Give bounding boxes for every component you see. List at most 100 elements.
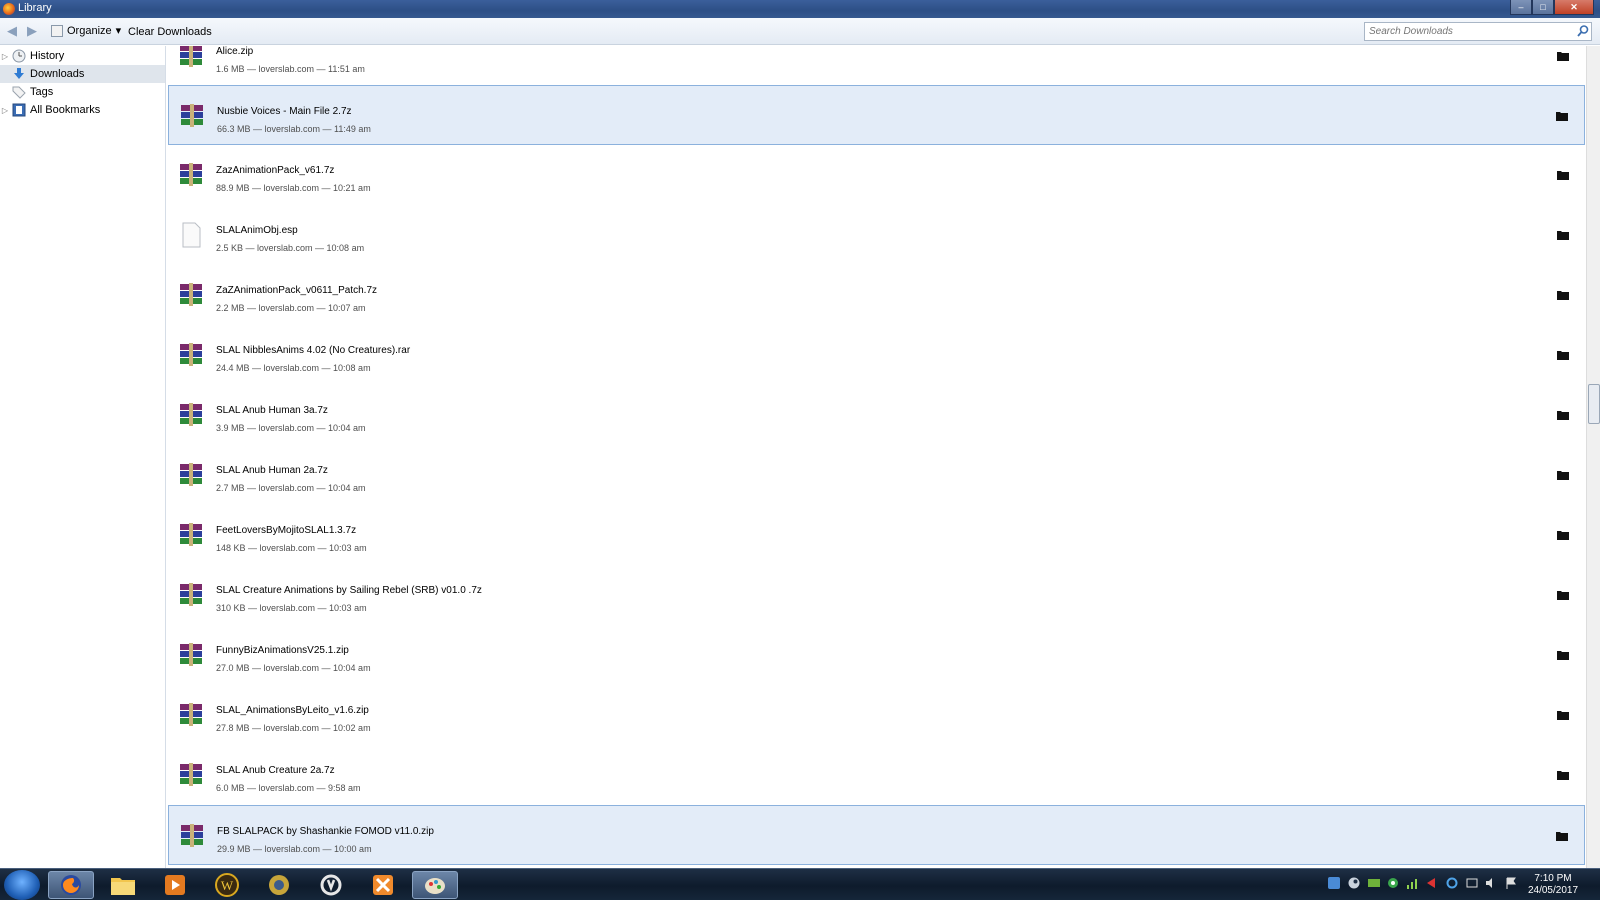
archive-icon (180, 163, 202, 186)
taskbar-overwatch[interactable] (308, 871, 354, 899)
taskbar-explorer[interactable] (100, 871, 146, 899)
nvidia-icon[interactable] (1368, 877, 1380, 889)
blank-file-icon (182, 222, 201, 248)
taskbar-game-app[interactable] (360, 871, 406, 899)
open-folder-icon[interactable] (1557, 170, 1569, 180)
download-filename: SLAL Anub Human 2a.7z (216, 465, 328, 476)
download-meta: 148 KB — loverslab.com — 10:03 am (216, 543, 367, 553)
download-row[interactable]: SLAL Anub Human 2a.7z 2.7 MB — loverslab… (168, 445, 1585, 505)
game-app-icon (373, 875, 393, 895)
download-row[interactable]: Nusbie Voices - Main File 2.7z 66.3 MB —… (168, 85, 1585, 145)
archive-icon (180, 46, 202, 67)
open-folder-icon[interactable] (1557, 51, 1569, 61)
start-button[interactable] (4, 870, 40, 900)
download-row[interactable]: SLAL_AnimationsByLeito_v1.6.zip 27.8 MB … (168, 685, 1585, 745)
open-folder-icon[interactable] (1557, 770, 1569, 780)
maximize-button[interactable]: □ (1532, 0, 1554, 15)
open-folder-icon[interactable] (1556, 831, 1568, 841)
window-controls: – □ ✕ (1510, 0, 1594, 16)
archive-icon (180, 583, 202, 606)
back-button[interactable]: ◀ (7, 24, 21, 38)
taskbar-paint[interactable] (412, 871, 458, 899)
open-folder-icon[interactable] (1557, 470, 1569, 480)
forward-button[interactable]: ▶ (27, 24, 41, 38)
open-folder-icon[interactable] (1557, 650, 1569, 660)
vertical-scrollbar[interactable] (1586, 46, 1600, 868)
clear-downloads-button[interactable]: Clear Downloads (128, 26, 212, 38)
download-arrow-icon (14, 68, 24, 79)
close-button[interactable]: ✕ (1554, 0, 1594, 15)
settings-gear-app-icon (269, 875, 289, 895)
minimize-button[interactable]: – (1510, 0, 1532, 15)
media-player-icon (165, 875, 185, 895)
download-row[interactable]: Alice.zip 1.6 MB — loverslab.com — 11:51… (168, 46, 1585, 86)
taskbar-world-of-warcraft[interactable]: W (204, 871, 250, 899)
expand-arrow-icon[interactable]: ▷ (0, 106, 10, 115)
download-row[interactable]: SLAL Anub Creature 2a.7z 6.0 MB — lovers… (168, 745, 1585, 805)
download-row[interactable]: FB SLALPACK by Shashankie FOMOD v11.0.zi… (168, 805, 1585, 865)
clock-date: 24/05/2017 (1527, 885, 1579, 896)
download-meta: 3.9 MB — loverslab.com — 10:04 am (216, 423, 366, 433)
tray-app-icon[interactable] (1328, 877, 1340, 889)
download-row[interactable]: FeetLoversByMojitoSLAL1.3.7z 148 KB — lo… (168, 505, 1585, 565)
download-row[interactable]: FunnyBizAnimationsV25.1.zip 27.0 MB — lo… (168, 625, 1585, 685)
steam-icon[interactable] (1348, 877, 1360, 889)
search-downloads-input[interactable] (1364, 22, 1592, 41)
open-folder-icon[interactable] (1557, 590, 1569, 600)
sidebar-item-history[interactable]: ▷ History (0, 47, 165, 65)
download-row[interactable]: SLALAnimObj.esp 2.5 KB — loverslab.com —… (168, 205, 1585, 265)
firefox-app-icon (3, 3, 15, 15)
firefox-icon (61, 875, 81, 895)
download-filename: FunnyBizAnimationsV25.1.zip (216, 645, 349, 656)
download-meta: 66.3 MB — loverslab.com — 11:49 am (217, 124, 371, 134)
system-clock[interactable]: 7:10 PM 24/05/2017 (1518, 873, 1588, 897)
download-row[interactable]: ZaZAnimationPack_v0611_Patch.7z 2.2 MB —… (168, 265, 1585, 325)
sidebar-item-label: History (30, 50, 65, 62)
download-row[interactable]: SLAL NibblesAnims 4.02 (No Creatures).ra… (168, 325, 1585, 385)
download-row[interactable]: SLAL Creature Animations by Sailing Rebe… (168, 565, 1585, 625)
open-folder-icon[interactable] (1557, 290, 1569, 300)
action-center-icon[interactable] (1466, 877, 1478, 889)
download-filename: SLAL Creature Animations by Sailing Rebe… (216, 585, 482, 596)
overwatch-icon (320, 874, 342, 896)
open-folder-icon[interactable] (1557, 350, 1569, 360)
organize-menu-button[interactable]: Organize ▾ (51, 24, 121, 37)
open-folder-icon[interactable] (1557, 710, 1569, 720)
archive-icon (181, 104, 203, 127)
dropdown-arrow-icon: ▾ (115, 25, 122, 37)
download-meta: 24.4 MB — loverslab.com — 10:08 am (216, 363, 371, 373)
download-filename: SLAL NibblesAnims 4.02 (No Creatures).ra… (216, 345, 411, 356)
network-signal-icon[interactable] (1406, 877, 1418, 889)
download-meta: 29.9 MB — loverslab.com — 10:00 am (217, 844, 372, 854)
taskbar-media-player[interactable] (152, 871, 198, 899)
open-folder-icon[interactable] (1557, 230, 1569, 240)
antivirus-icon[interactable] (1425, 877, 1437, 889)
sidebar-item-tags[interactable]: Tags (0, 83, 165, 101)
open-folder-icon[interactable] (1556, 111, 1568, 121)
refresh-icon[interactable] (1446, 877, 1458, 889)
sidebar-item-all-bookmarks[interactable]: ▷ All Bookmarks (0, 101, 165, 119)
sidebar-item-downloads[interactable]: Downloads (0, 65, 165, 83)
archive-icon (180, 343, 202, 366)
archive-icon (180, 703, 202, 726)
download-meta: 27.0 MB — loverslab.com — 10:04 am (216, 663, 371, 673)
taskbar-firefox[interactable] (48, 871, 94, 899)
scrollbar-thumb[interactable] (1588, 384, 1600, 424)
svg-text:W: W (221, 878, 234, 893)
volume-icon[interactable] (1485, 877, 1497, 889)
download-row[interactable]: ZazAnimationPack_v61.7z 88.9 MB — lovers… (168, 145, 1585, 205)
windows-taskbar: W 7:10 PM 24/05/2017 (0, 868, 1600, 900)
download-meta: 6.0 MB — loverslab.com — 9:58 am (216, 783, 361, 793)
search-icon[interactable] (1576, 24, 1590, 38)
expand-arrow-icon[interactable]: ▷ (0, 52, 10, 61)
clock-icon (12, 49, 26, 63)
open-folder-icon[interactable] (1557, 410, 1569, 420)
archive-icon (180, 463, 202, 486)
download-row[interactable]: SLAL Anub Human 3a.7z 3.9 MB — loverslab… (168, 385, 1585, 445)
download-meta: 2.7 MB — loverslab.com — 10:04 am (216, 483, 366, 493)
flag-icon[interactable] (1505, 877, 1517, 889)
open-folder-icon[interactable] (1557, 530, 1569, 540)
download-filename: Alice.zip (216, 46, 254, 57)
taskbar-settings-app[interactable] (256, 871, 302, 899)
update-icon[interactable] (1387, 877, 1399, 889)
